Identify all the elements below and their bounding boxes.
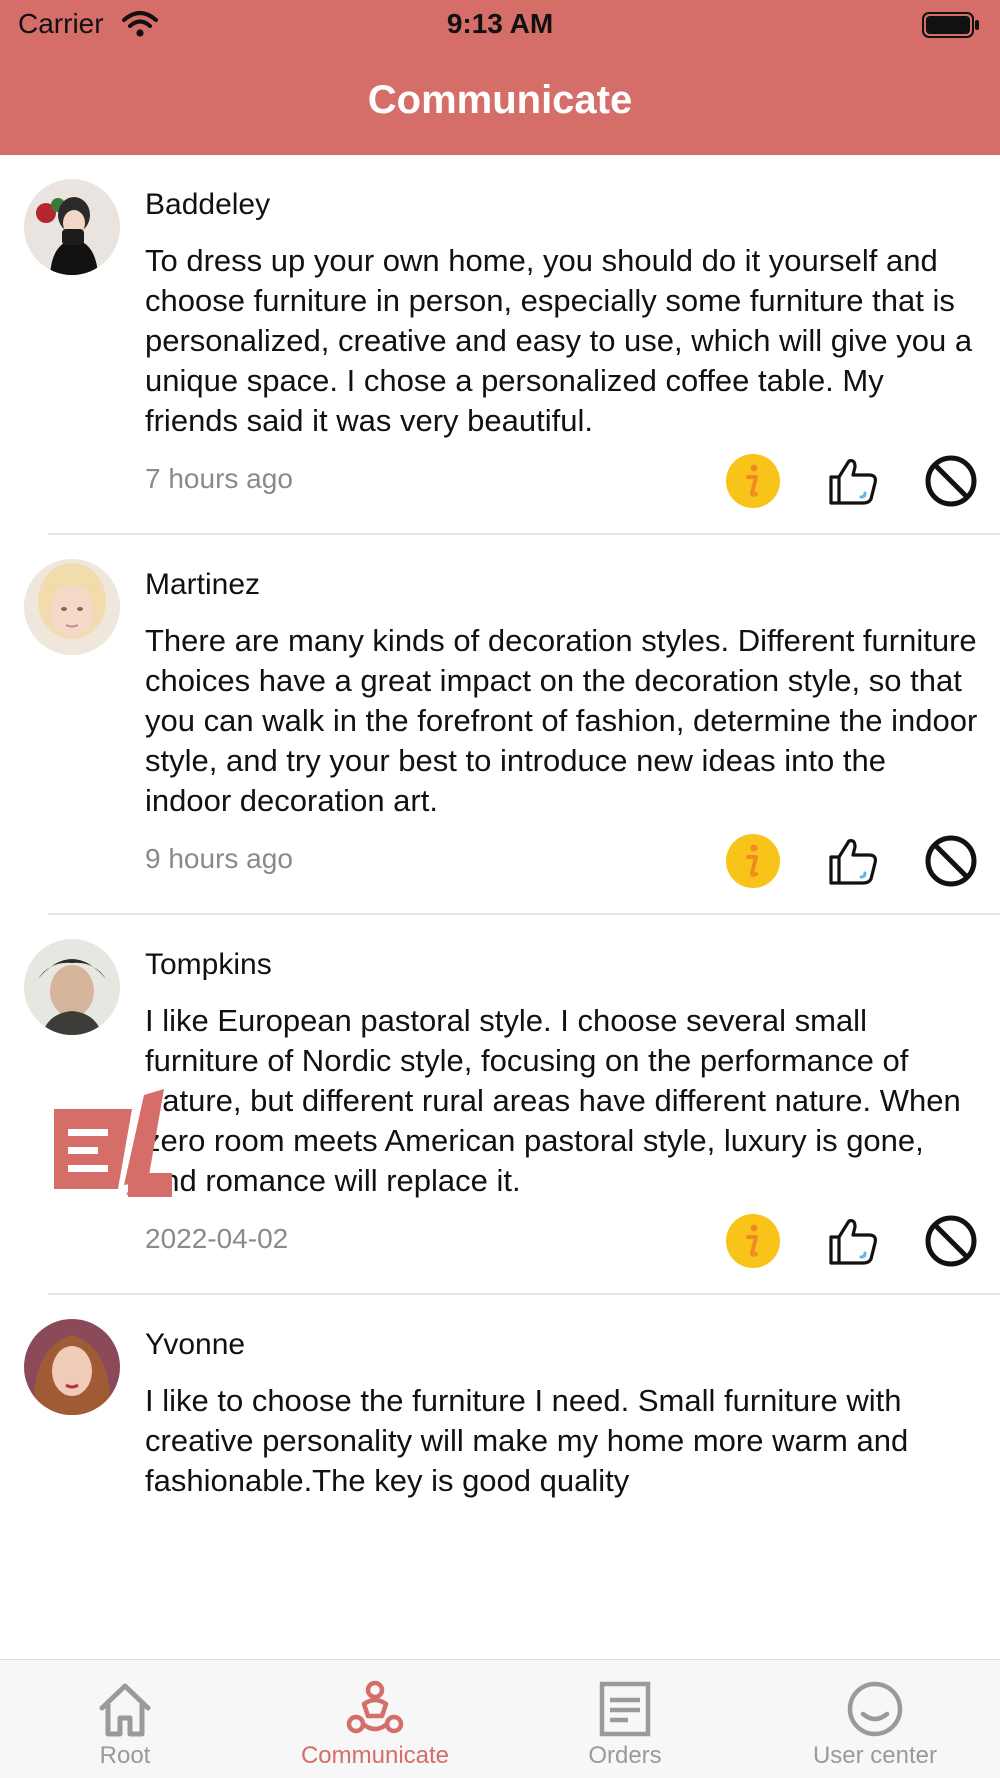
user-center-icon (847, 1681, 903, 1737)
tab-label-orders: Orders (588, 1742, 662, 1769)
thumbs-up-icon[interactable] (825, 1213, 881, 1269)
post-actions (720, 451, 980, 511)
thumbs-up-icon[interactable] (825, 833, 881, 889)
tab-orders[interactable]: Orders (500, 1660, 750, 1778)
tab-label-root: Root (99, 1742, 151, 1769)
avatar[interactable] (24, 939, 120, 1035)
post-meta: 9 hours ago (145, 831, 980, 891)
tab-label-communicate: Communicate (300, 1742, 450, 1769)
post-username: Yvonne (145, 1328, 246, 1361)
status-time: 9:13 AM (446, 8, 554, 39)
post-username: Baddeley (145, 188, 271, 221)
post-actions (720, 1211, 980, 1271)
post-timestamp: 9 hours ago (145, 843, 293, 874)
post-item[interactable]: Martinez There are many kinds of decorat… (0, 535, 1000, 915)
post-item[interactable]: Yvonne I like to choose the furniture I … (0, 1295, 1000, 1523)
thumbs-up-icon[interactable] (825, 453, 881, 509)
post-timestamp: 2022-04-02 (145, 1223, 289, 1254)
post-username: Martinez (145, 568, 261, 601)
post-meta: 2022-04-02 (145, 1211, 980, 1271)
post-content: There are many kinds of decoration style… (145, 623, 978, 818)
post-meta: 7 hours ago (145, 451, 980, 511)
tab-label-user-center: User center (812, 1742, 938, 1769)
avatar[interactable] (24, 179, 120, 275)
block-icon[interactable] (923, 833, 979, 889)
edit-logo-icon[interactable] (48, 1085, 173, 1205)
post-timestamp: 7 hours ago (145, 463, 293, 494)
avatar[interactable] (24, 1319, 120, 1415)
post-content: I like European pastoral style. I choose… (145, 1003, 961, 1198)
info-icon[interactable] (725, 1213, 781, 1269)
home-icon (99, 1683, 151, 1737)
info-icon[interactable] (725, 833, 781, 889)
community-icon (346, 1680, 404, 1734)
block-icon[interactable] (923, 1213, 979, 1269)
post-content: I like to choose the furniture I need. S… (145, 1383, 909, 1498)
status-bar: Carrier 9:13 AM (0, 0, 1000, 50)
battery-icon (922, 12, 979, 38)
tab-communicate[interactable]: Communicate (250, 1660, 500, 1778)
post-actions (720, 831, 980, 891)
avatar[interactable] (24, 559, 120, 655)
post-username: Tompkins (145, 948, 272, 981)
post-feed[interactable]: Baddeley To dress up your own home, you … (0, 155, 1000, 1659)
tab-user-center[interactable]: User center (750, 1660, 1000, 1778)
info-icon[interactable] (725, 453, 781, 509)
communicate-screen: Carrier 9:13 AM Communicate Baddeley To … (0, 0, 1000, 1778)
post-item[interactable]: Baddeley To dress up your own home, you … (0, 155, 1000, 535)
block-icon[interactable] (923, 453, 979, 509)
page-title: Communicate (367, 78, 633, 122)
tab-bar: Root Communicate Orders User center (0, 1659, 1000, 1778)
orders-icon (599, 1681, 651, 1737)
header-bar: Carrier 9:13 AM Communicate (0, 0, 1000, 155)
post-content: To dress up your own home, you should do… (145, 243, 973, 438)
tab-root[interactable]: Root (0, 1660, 250, 1778)
